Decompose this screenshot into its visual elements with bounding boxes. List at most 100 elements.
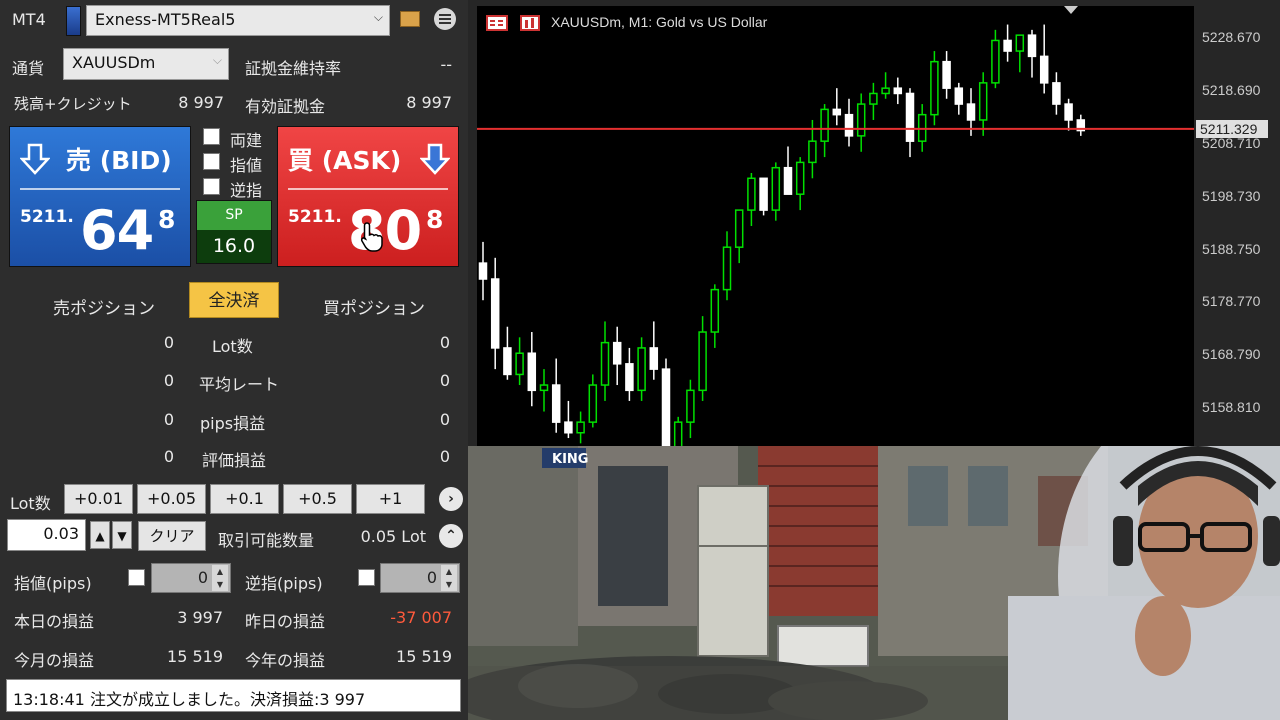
hedge-checkbox[interactable]	[203, 128, 220, 145]
current-price-tag: 5211.329	[1196, 119, 1268, 138]
candle-body	[564, 421, 573, 434]
chart-title: XAUUSDm, M1: Gold vs US Dollar	[551, 14, 768, 30]
buy-lots-value: 0	[439, 333, 450, 352]
candle-body	[991, 39, 1000, 84]
lot-up-button[interactable]: ▲	[90, 521, 110, 549]
symbol-select[interactable]: XAUUSDm ⌵	[63, 48, 229, 80]
today-pl-label: 本日の損益	[14, 612, 95, 631]
hand-cursor-icon	[360, 222, 383, 252]
candle-body	[808, 140, 817, 164]
chevron-right-icon[interactable]: ›	[439, 487, 463, 511]
candle-body	[893, 87, 903, 95]
candle-body	[722, 246, 732, 291]
candle-body	[930, 60, 939, 116]
lot-add-0-01-button[interactable]: +0.01	[64, 484, 133, 514]
sell-pips-pl-value: 0	[163, 410, 174, 429]
candle-body	[1052, 82, 1061, 105]
candle-body	[612, 341, 622, 365]
folder-icon[interactable]	[400, 11, 420, 27]
lots-label: Lot数	[212, 337, 253, 356]
price-chart[interactable]	[477, 6, 1194, 460]
candle-body	[551, 384, 561, 423]
lot-down-button[interactable]: ▼	[112, 521, 132, 549]
candle-body	[734, 209, 744, 248]
candle-body	[869, 92, 878, 105]
clear-button[interactable]: クリア	[138, 521, 206, 551]
margin-level-value: --	[440, 55, 452, 74]
lot-add-0-1-button[interactable]: +0.1	[210, 484, 279, 514]
candle-body	[905, 92, 915, 142]
candle-body	[710, 288, 720, 333]
price-tick: 5168.790	[1202, 346, 1261, 363]
candle-body	[856, 103, 866, 137]
close-all-button[interactable]: 全決済	[189, 282, 279, 318]
sell-lots-value: 0	[163, 333, 174, 352]
candle-body	[1027, 34, 1037, 58]
balance-label: 残高+クレジット	[14, 95, 132, 113]
candle-body	[795, 161, 805, 195]
buy-price-big: 80	[348, 199, 422, 262]
candle-body	[661, 368, 671, 450]
candle-body	[747, 177, 756, 211]
limit-pips-value: 0	[197, 568, 208, 587]
candle-body	[1003, 39, 1012, 52]
candle-body	[881, 87, 890, 95]
buy-unrealized-pl-value: 0	[439, 447, 450, 466]
yesterday-pl-value: -37 007	[390, 608, 452, 627]
buy-avg-rate-value: 0	[439, 371, 450, 390]
account-select-value: Exness-MT5Real5	[95, 10, 236, 29]
year-pl-label: 今年の損益	[245, 651, 326, 670]
street-illustration: KING	[468, 446, 1280, 720]
avg-rate-label: 平均レート	[199, 375, 280, 394]
menu-icon[interactable]	[434, 8, 456, 30]
stop-pips-spinner[interactable]: ▲ ▼	[441, 565, 457, 591]
candle-body	[1015, 34, 1025, 52]
sell-positions-label: 売ポジション	[53, 299, 155, 319]
limit-pips-input[interactable]: 0 ▲ ▼	[151, 563, 231, 593]
balance-value: 8 997	[178, 93, 224, 112]
unrealized-pl-label: 評価損益	[202, 451, 267, 470]
limit-pips-spinner[interactable]: ▲ ▼	[212, 565, 228, 591]
pips-pl-label: pips損益	[200, 414, 266, 433]
scroll-marker-icon	[1064, 6, 1078, 14]
sell-price-prefix: 5211.	[20, 207, 74, 227]
year-pl-value: 15 519	[396, 647, 452, 666]
account-select[interactable]: Exness-MT5Real5 ⌵	[86, 5, 390, 36]
candle-body	[771, 166, 781, 211]
price-tick: 5158.810	[1202, 399, 1261, 416]
stop-checkbox[interactable]	[203, 178, 220, 195]
stop-label: 逆指	[230, 181, 263, 200]
candle-body	[490, 278, 500, 349]
limit-pips-checkbox[interactable]	[128, 569, 145, 586]
spread-label: SP	[197, 201, 271, 230]
currency-label: 通貨	[12, 59, 45, 78]
candle-body	[503, 347, 512, 376]
stop-pips-input[interactable]: 0 ▲ ▼	[380, 563, 460, 593]
candle-body	[954, 87, 964, 105]
one-click-trade-panel: MT4 Exness-MT5Real5 ⌵ 通貨 XAUUSDm ⌵ 証拠金維持…	[0, 0, 468, 720]
sell-price-sup: 8	[158, 205, 176, 234]
lot-add-0-05-button[interactable]: +0.05	[137, 484, 206, 514]
candle-body	[515, 352, 524, 376]
month-pl-label: 今月の損益	[14, 651, 95, 670]
candle-body	[527, 352, 537, 392]
tradable-value: 0.05 Lot	[360, 527, 426, 546]
app-label: MT4	[12, 10, 46, 29]
limit-checkbox[interactable]	[203, 153, 220, 170]
lot-add-0-5-button[interactable]: +0.5	[283, 484, 352, 514]
price-tick: 5228.670	[1202, 28, 1261, 45]
buy-button[interactable]: 買 (ASK) 5211. 80 8	[277, 126, 459, 267]
lot-input[interactable]: 0.03	[7, 519, 86, 551]
candle-body	[832, 108, 842, 116]
buy-divider	[288, 188, 448, 190]
lot-add-1-button[interactable]: +1	[356, 484, 425, 514]
stop-pips-label: 逆指(pips)	[245, 574, 323, 593]
spread-box: SP 16.0	[196, 200, 272, 264]
candle-body	[637, 347, 646, 392]
arrow-down-icon	[420, 143, 450, 175]
chevron-up-icon[interactable]: ⌃	[439, 524, 463, 548]
price-tick: 5178.770	[1202, 293, 1261, 310]
sell-button[interactable]: 売 (BID) 5211. 64 8	[9, 126, 191, 267]
stop-pips-checkbox[interactable]	[358, 569, 375, 586]
candle-body	[783, 166, 793, 195]
